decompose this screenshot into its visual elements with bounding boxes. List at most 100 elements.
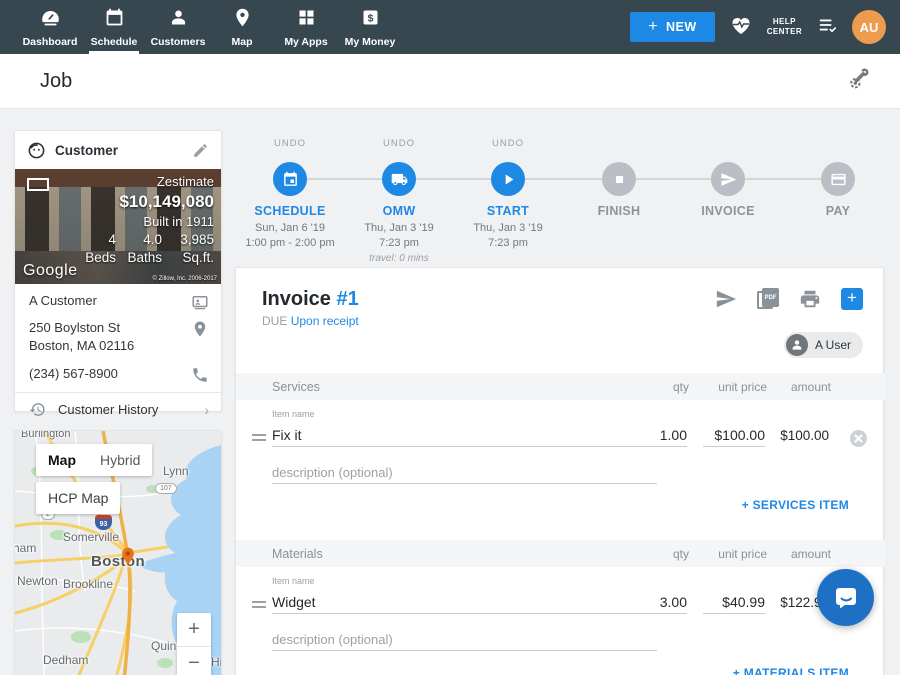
location-pin-icon[interactable] (191, 320, 209, 338)
customer-card-title: Customer (55, 143, 183, 158)
map-type-hybrid-button[interactable]: Hybrid (88, 444, 152, 476)
step-date: Thu, Jan 3 '197:23 pm (453, 221, 563, 252)
pdf-icon[interactable]: PDF (757, 288, 779, 310)
step-label: SCHEDULE (235, 204, 345, 218)
map-zoom-control: + − (177, 613, 211, 675)
schedule-step-button[interactable] (273, 162, 307, 196)
help-center-link[interactable]: HELP CENTER (767, 17, 802, 38)
checklist-icon[interactable] (816, 14, 838, 41)
material-unit-price-input[interactable] (703, 590, 765, 614)
phone-icon[interactable] (191, 366, 209, 384)
streetview-frame-icon (27, 178, 49, 191)
nav-item-dashboard[interactable]: Dashboard (18, 0, 82, 54)
service-unit-price-input[interactable] (703, 423, 765, 447)
nav-label: Map (232, 36, 253, 48)
material-qty-input[interactable] (629, 590, 687, 614)
customer-history-label: Customer History (58, 402, 192, 417)
customer-card: Customer Zestimate $10,149,080 Built in … (14, 130, 222, 412)
amount-column-header: amount (767, 380, 831, 394)
add-services-item-link[interactable]: + SERVICES ITEM (742, 498, 849, 512)
send-invoice-icon[interactable] (715, 288, 737, 310)
zoom-out-button[interactable]: − (177, 646, 211, 675)
step-label: OMW (344, 204, 454, 218)
interstate-shield-93: 93 (95, 515, 112, 530)
customer-address-row: 250 Boylston StBoston, MA 02116 (15, 317, 221, 361)
job-location-pin[interactable] (118, 546, 138, 571)
travel-time: travel: 0 mins (344, 253, 454, 264)
address-line1: 250 Boylston St (29, 320, 120, 335)
undo-link[interactable]: UNDO (344, 138, 454, 152)
drag-handle-icon[interactable] (252, 601, 266, 608)
edit-customer-icon[interactable] (192, 142, 209, 159)
step-label: FINISH (564, 204, 674, 218)
chevron-right-icon: › (204, 402, 209, 418)
timeline-step-schedule: UNDO SCHEDULE Sun, Jan 6 '191:00 pm - 2:… (235, 130, 345, 252)
job-settings-icon[interactable] (847, 66, 872, 96)
undo-link[interactable]: UNDO (453, 138, 563, 152)
page-title: Job (40, 70, 72, 93)
material-item-name-input[interactable] (272, 590, 657, 614)
invoice-step-button[interactable] (711, 162, 745, 196)
contact-card-icon[interactable] (191, 293, 209, 311)
service-item-name-input[interactable] (272, 423, 657, 447)
material-description-input[interactable] (272, 627, 657, 651)
property-photo[interactable]: Zestimate $10,149,080 Built in 1911 4 4.… (15, 169, 221, 284)
credit-card-icon (830, 171, 847, 188)
top-nav: Dashboard Schedule Customers Map My Apps… (0, 0, 900, 54)
step-label: INVOICE (673, 204, 783, 218)
sqft-value: 3,985 (162, 231, 214, 249)
undo-link[interactable]: UNDO (235, 138, 345, 152)
due-value-link[interactable]: Upon receipt (291, 314, 359, 328)
sqft-label: Sq.ft. (162, 249, 214, 267)
qty-column-header: qty (629, 547, 689, 561)
app-root: Dashboard Schedule Customers Map My Apps… (0, 0, 900, 675)
new-button-label: NEW (666, 20, 697, 34)
timeline-step-pay: PAY (783, 130, 893, 218)
timeline-step-start: UNDO START Thu, Jan 3 '197:23 pm (453, 130, 563, 252)
start-step-button[interactable] (491, 162, 525, 196)
omw-step-button[interactable] (382, 162, 416, 196)
map-type-map-button[interactable]: Map (36, 444, 88, 476)
nav-item-my-money[interactable]: $ My Money (338, 0, 402, 54)
map-city-label: Hi (211, 655, 221, 669)
health-heart-icon[interactable] (729, 13, 753, 42)
map-city-label: ham (15, 541, 36, 555)
photo-copyright: © Zillow, Inc. 2006-2017 (153, 276, 217, 282)
plus-icon: + (648, 18, 658, 36)
user-avatar[interactable]: AU (852, 10, 886, 44)
hcp-map-button[interactable]: HCP Map (36, 482, 120, 514)
help-line1: HELP (767, 17, 802, 27)
invoice-number[interactable]: #1 (336, 288, 358, 310)
service-description-input[interactable] (272, 460, 657, 484)
map-card: Burlington Lynn Somerville Boston ham Ne… (14, 430, 222, 675)
add-materials-item-link[interactable]: + MATERIALS ITEM (733, 666, 849, 675)
map-canvas[interactable]: Burlington Lynn Somerville Boston ham Ne… (15, 431, 221, 675)
nav-item-map[interactable]: Map (210, 0, 274, 54)
nav-label: My Money (345, 36, 396, 48)
add-invoice-item-button[interactable]: + (841, 288, 863, 310)
calendar-icon (104, 7, 125, 33)
nav-items: Dashboard Schedule Customers Map My Apps… (0, 0, 402, 54)
job-timeline: UNDO SCHEDULE Sun, Jan 6 '191:00 pm - 2:… (235, 130, 884, 260)
stop-icon (611, 171, 628, 188)
invoice-card: Invoice #1 DUE Upon receipt PDF + A User… (235, 267, 884, 675)
remove-service-item-button[interactable] (850, 430, 867, 447)
nav-item-my-apps[interactable]: My Apps (274, 0, 338, 54)
new-button[interactable]: + NEW (630, 12, 715, 42)
finish-step-button[interactable] (602, 162, 636, 196)
drag-handle-icon[interactable] (252, 434, 266, 441)
print-icon[interactable] (799, 288, 821, 310)
nav-label: My Apps (284, 36, 327, 48)
service-amount: $100.00 (759, 428, 829, 443)
nav-item-schedule[interactable]: Schedule (82, 0, 146, 54)
pay-step-button[interactable] (821, 162, 855, 196)
zoom-in-button[interactable]: + (177, 613, 211, 646)
service-qty-input[interactable] (629, 423, 687, 447)
customer-history-row[interactable]: Customer History › (15, 392, 221, 426)
zestimate-value: $10,149,080 (74, 191, 214, 214)
chat-launcher-button[interactable] (817, 569, 874, 626)
route-shield-107: 107 (155, 483, 177, 494)
nav-item-customers[interactable]: Customers (146, 0, 210, 54)
assignee-chip[interactable]: A User (784, 332, 863, 358)
beds-label: Beds (74, 249, 116, 267)
